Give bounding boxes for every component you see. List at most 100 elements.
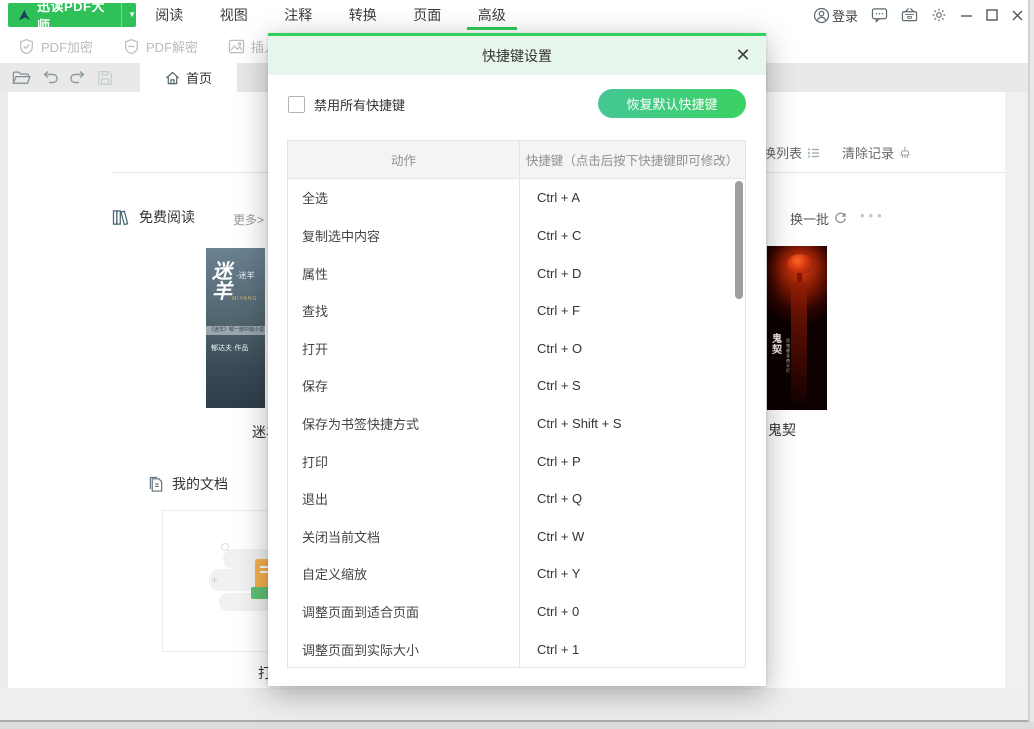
app-logo-icon (17, 8, 32, 23)
menu-bar: 阅读 视图 注释 转换 页面 高级 (137, 0, 524, 30)
login-label: 登录 (832, 6, 858, 25)
title-bar: 迅读PDF大师 ▼ 阅读 视图 注释 转换 页面 高级 登录 (0, 0, 1034, 30)
action-label: 查找 (288, 292, 519, 330)
menu-view[interactable]: 视图 (202, 0, 267, 30)
clear-history-label: 清除记录 (842, 143, 894, 162)
undo-icon[interactable] (41, 70, 59, 85)
action-label: 退出 (288, 480, 519, 518)
close-button[interactable] (1011, 9, 1024, 22)
table-body: 全选 Ctrl + A 复制选中内容 Ctrl + C 属性 Ctrl + D … (288, 179, 745, 668)
shortcut-table-row: 查找 Ctrl + F (288, 292, 745, 330)
app-window: 迅读PDF大师 ▼ 阅读 视图 注释 转换 页面 高级 登录 (0, 0, 1034, 729)
login-button[interactable]: 登录 (813, 6, 858, 25)
action-label: 自定义缩放 (288, 555, 519, 593)
shield-check-icon (18, 38, 41, 55)
action-label: 调整页面到实际大小 (288, 630, 519, 668)
menu-annotate[interactable]: 注释 (266, 0, 331, 30)
action-label: 属性 (288, 254, 519, 292)
book-cover-miyang[interactable]: 迷羊 -迷羊 MIYANG 《迷羊》郁一部中篇小说 郁达夫·作品 (206, 248, 265, 408)
action-label: 调整页面到适合页面 (288, 593, 519, 631)
shortcut-table-row: 打开 Ctrl + O (288, 329, 745, 367)
cover-author: 郁达夫·作品 (211, 343, 248, 353)
cover-title: 迷羊 (212, 262, 234, 302)
table-scrollbar-thumb[interactable] (735, 181, 743, 299)
menu-convert[interactable]: 转换 (331, 0, 396, 30)
pillar-art (791, 282, 807, 402)
shortcut-table-row: 自定义缩放 Ctrl + Y (288, 555, 745, 593)
dialog-close-icon[interactable]: ✕ (732, 44, 754, 66)
more-link[interactable]: 更多> (233, 211, 264, 228)
broom-icon (899, 146, 911, 159)
action-label: 保存 (288, 367, 519, 405)
pdf-encrypt-button[interactable]: PDF加密 (18, 37, 93, 56)
restore-defaults-button[interactable]: 恢复默认快捷键 (598, 89, 746, 118)
cover-title: 鬼契 (772, 334, 784, 356)
shortcut-value[interactable]: Ctrl + P (519, 442, 745, 480)
dialog-title: 快捷键设置 (482, 46, 552, 66)
save-icon[interactable] (97, 70, 113, 86)
shortcut-value[interactable]: Ctrl + C (519, 217, 745, 255)
shortcut-table-row: 打印 Ctrl + P (288, 442, 745, 480)
menu-advanced[interactable]: 高级 (460, 0, 525, 30)
refresh-batch-button[interactable]: 换一批 (790, 209, 847, 228)
tab-home[interactable]: 首页 (140, 63, 237, 92)
shortcut-value[interactable]: Ctrl + Shift + S (519, 405, 745, 443)
free-reading-section-header: 免费阅读 (112, 207, 195, 227)
disable-all-row: 禁用所有快捷键 (288, 95, 405, 114)
shortcut-value[interactable]: Ctrl + 1 (519, 630, 745, 668)
shortcut-value[interactable]: Ctrl + Q (519, 480, 745, 518)
shortcut-value[interactable]: Ctrl + F (519, 292, 745, 330)
shortcut-table-row: 属性 Ctrl + D (288, 254, 745, 292)
open-folder-icon[interactable] (12, 70, 31, 86)
shortcut-table-row: 保存为书签快捷方式 Ctrl + Shift + S (288, 405, 745, 443)
pdf-decrypt-button[interactable]: PDF解密 (123, 37, 198, 56)
menu-page[interactable]: 页面 (395, 0, 460, 30)
window-right-shadow (1030, 0, 1034, 722)
shortcut-value[interactable]: Ctrl + O (519, 329, 745, 367)
my-documents-title: 我的文档 (172, 474, 228, 494)
shortcut-table-row: 调整页面到实际大小 Ctrl + 1 (288, 630, 745, 668)
shortcut-value[interactable]: Ctrl + A (519, 179, 745, 217)
shortcut-value[interactable]: Ctrl + 0 (519, 593, 745, 631)
image-icon (228, 39, 251, 54)
column-divider (519, 141, 520, 667)
shortcut-value[interactable]: Ctrl + S (519, 367, 745, 405)
pdf-encrypt-label: PDF加密 (41, 37, 93, 56)
book-caption[interactable]: 鬼契 (768, 420, 796, 440)
action-label: 全选 (288, 179, 519, 217)
app-logo-button[interactable]: 迅读PDF大师 ▼ (8, 3, 136, 27)
action-column-header: 动作 (288, 141, 519, 178)
clear-history-button[interactable]: 清除记录 (842, 143, 911, 162)
tab-home-label: 首页 (186, 68, 212, 87)
user-icon (813, 7, 830, 24)
bottom-gutter (0, 688, 1034, 720)
more-options-dots[interactable]: ••• (860, 208, 886, 223)
action-label: 关闭当前文档 (288, 517, 519, 555)
redo-icon[interactable] (69, 70, 87, 85)
shortcut-value[interactable]: Ctrl + D (519, 254, 745, 292)
gear-icon[interactable] (931, 7, 947, 23)
free-reading-title: 免费阅读 (139, 207, 195, 227)
minimize-button[interactable] (960, 9, 973, 22)
shortcut-value[interactable]: Ctrl + W (519, 517, 745, 555)
maximize-button[interactable] (986, 9, 998, 21)
shortcut-table-row: 复制选中内容 Ctrl + C (288, 217, 745, 255)
disable-all-label: 禁用所有快捷键 (314, 95, 405, 114)
shortcut-table-row: 关闭当前文档 Ctrl + W (288, 517, 745, 555)
book-cover-guiqi[interactable]: 鬼契 怨魂缠身夜半灯 (767, 246, 827, 410)
document-icon (148, 476, 164, 493)
dialog-header: 快捷键设置 (268, 36, 766, 75)
shield-minus-icon (123, 38, 146, 55)
chevron-down-icon[interactable]: ▼ (121, 3, 136, 27)
table-header-row: 动作 快捷键（点击后按下快捷键即可修改） (288, 141, 745, 179)
disable-all-checkbox[interactable] (288, 96, 305, 113)
shortcut-settings-dialog: 快捷键设置 ✕ 禁用所有快捷键 恢复默认快捷键 动作 快捷键（点击后按下快捷键即… (268, 33, 766, 686)
shortcut-value[interactable]: Ctrl + Y (519, 555, 745, 593)
menu-read[interactable]: 阅读 (137, 0, 202, 30)
refresh-icon (834, 212, 847, 225)
promo-icon[interactable] (901, 7, 918, 23)
action-label: 复制选中内容 (288, 217, 519, 255)
feedback-icon[interactable] (871, 7, 888, 23)
shortcut-table-row: 全选 Ctrl + A (288, 179, 745, 217)
shortcut-column-header: 快捷键（点击后按下快捷键即可修改） (519, 141, 745, 178)
